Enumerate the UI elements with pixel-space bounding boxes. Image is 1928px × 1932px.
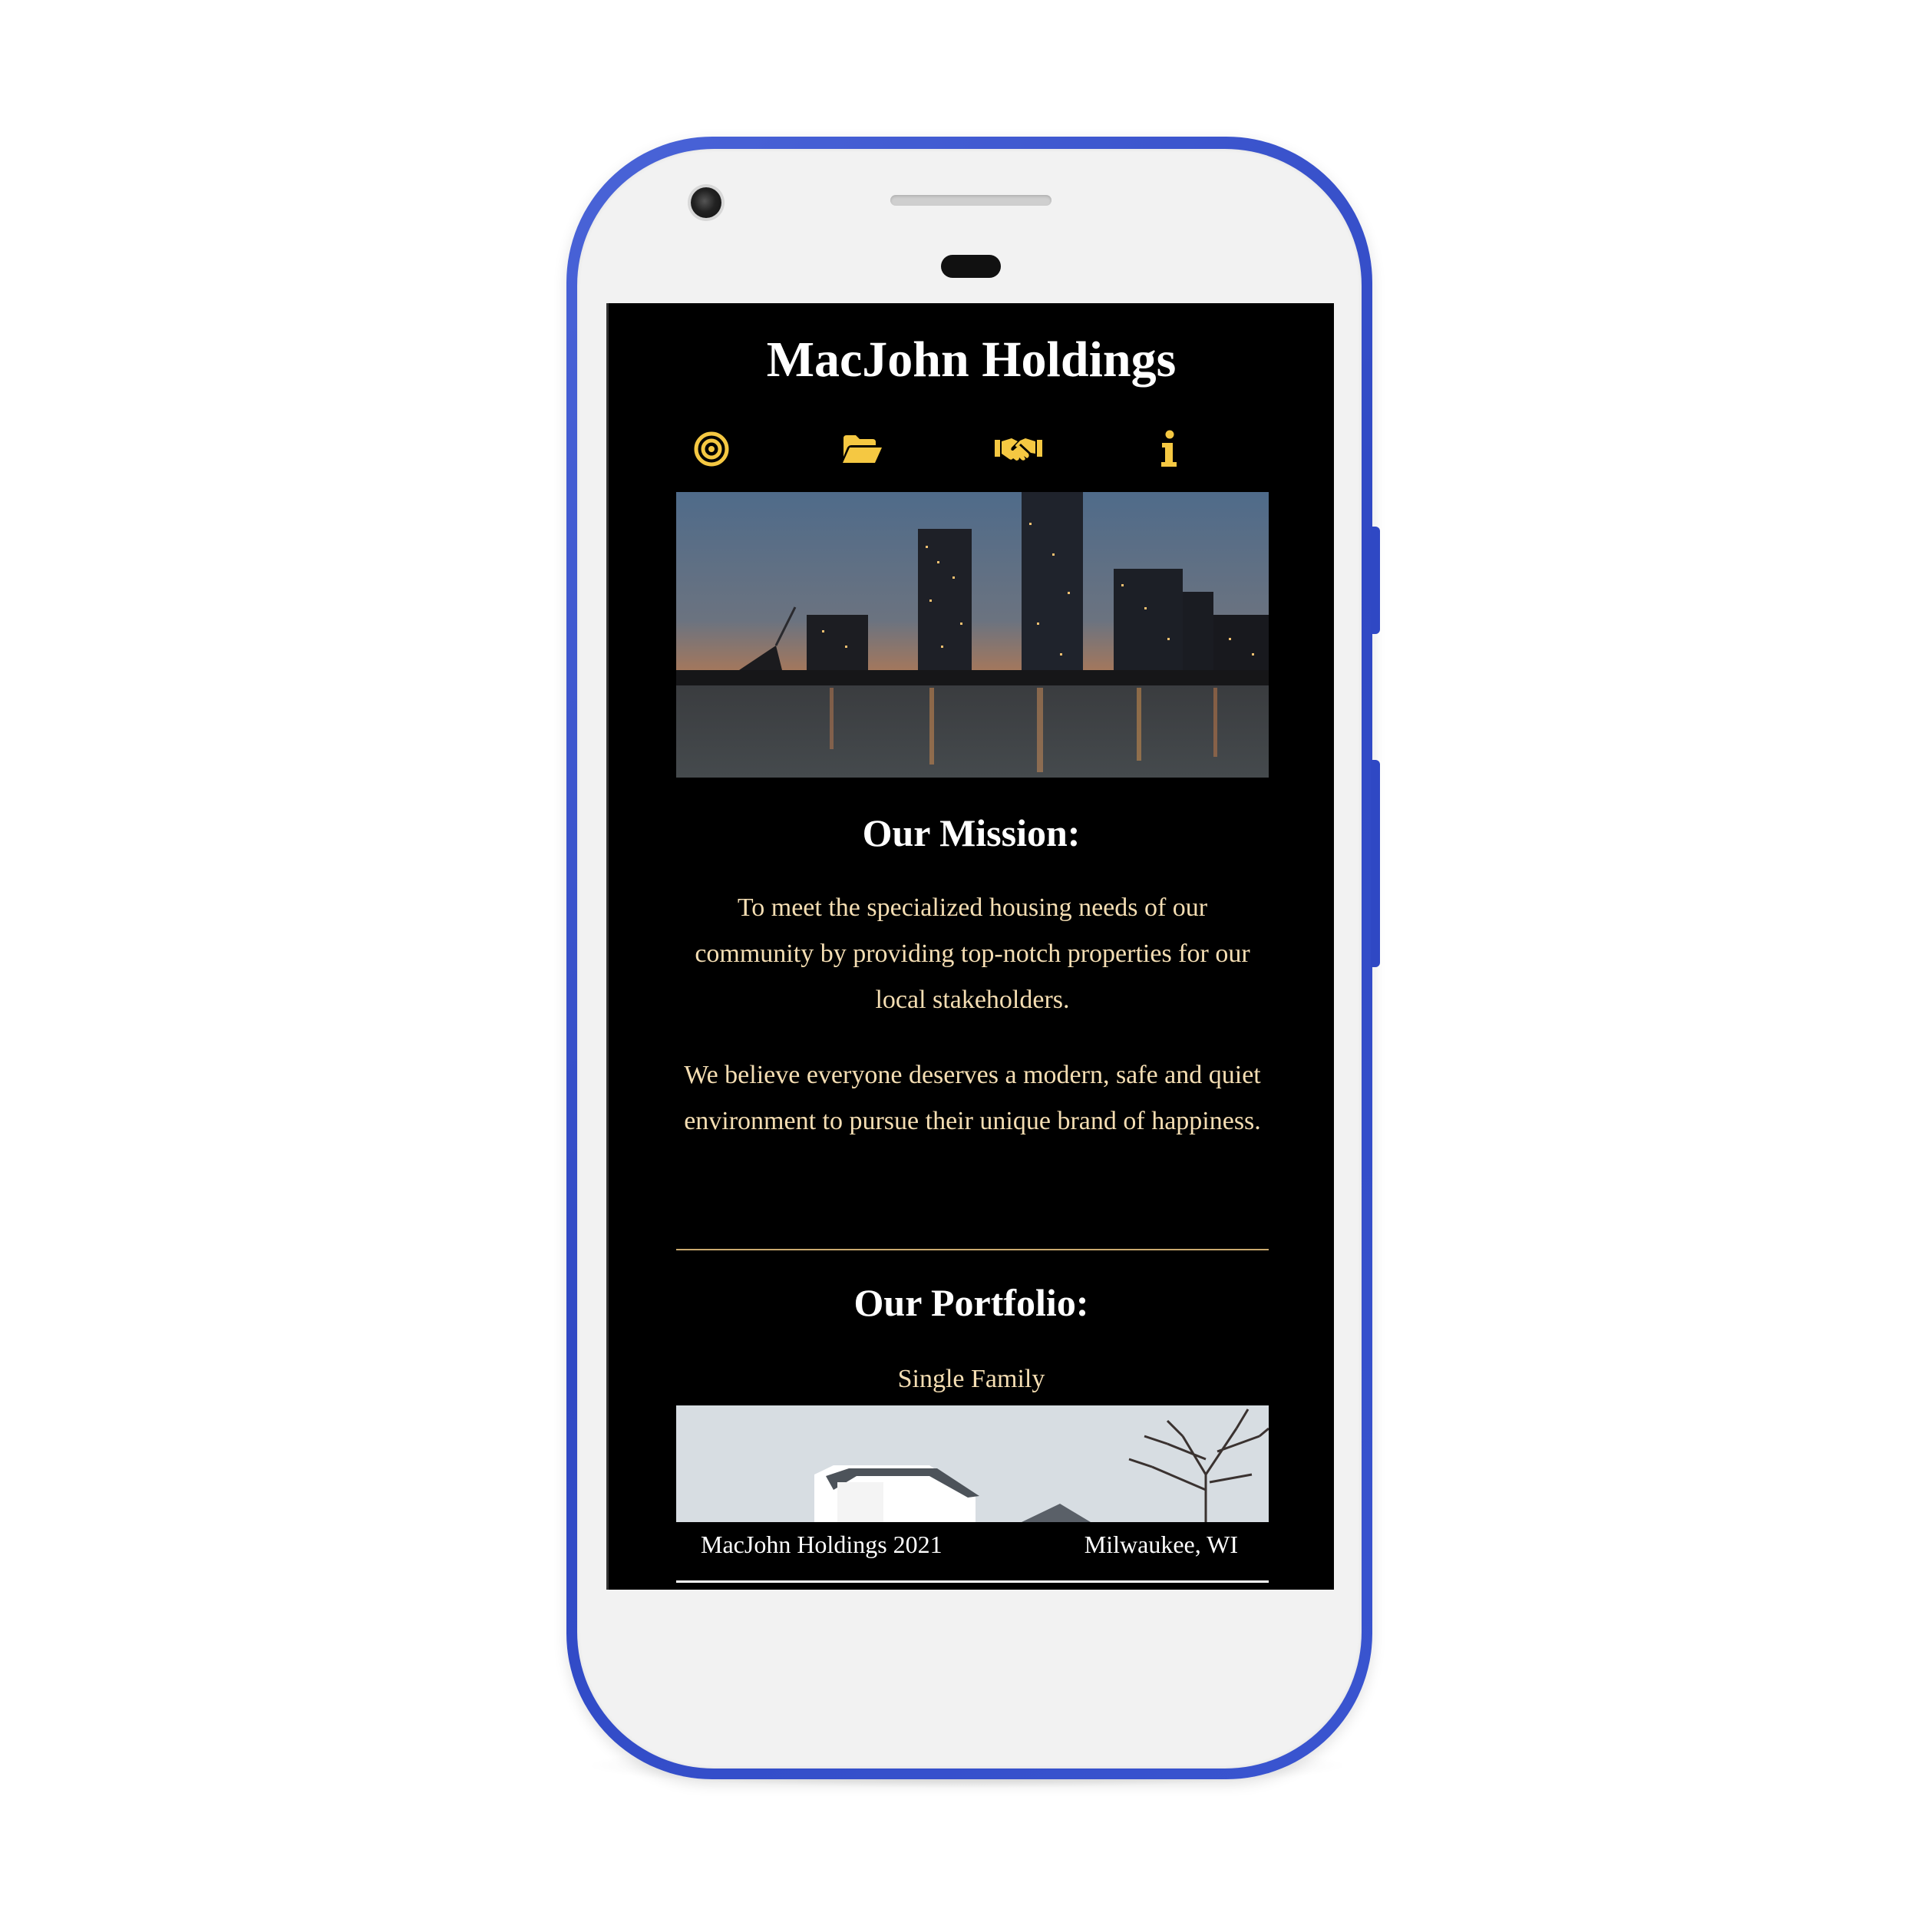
earpiece-speaker <box>890 195 1051 206</box>
volume-button[interactable] <box>1371 760 1380 967</box>
skyline-illustration <box>676 492 1269 778</box>
hero-skyline-image <box>676 492 1269 778</box>
footer-location: Milwaukee, WI <box>1084 1531 1238 1558</box>
mission-paragraph-1: To meet the specialized housing needs of… <box>695 893 1250 1014</box>
folder-open-icon <box>843 435 882 463</box>
mission-paragraph-2: We believe everyone deserves a modern, s… <box>684 1061 1261 1135</box>
single-family-house-image[interactable] <box>676 1405 1269 1522</box>
nav-portfolio[interactable] <box>831 418 893 480</box>
site-title: MacJohn Holdings <box>766 332 1177 388</box>
portfolio-category-label: Single Family <box>897 1365 1045 1393</box>
icon-nav <box>609 418 1334 480</box>
mission-heading: Our Mission: <box>862 811 1081 854</box>
nav-mission[interactable] <box>681 418 742 480</box>
phone-screen: MacJohn Holdings Our Mission: To meet th… <box>606 303 1334 1590</box>
handshake-icon <box>995 438 1042 461</box>
portfolio-heading: Our Portfolio: <box>853 1281 1089 1324</box>
stage: MacJohn Holdings Our Mission: To meet th… <box>0 0 1928 1932</box>
footer: MacJohn Holdings 2021 Milwaukee, WI <box>676 1525 1269 1571</box>
front-camera <box>691 187 721 218</box>
footer-copyright: MacJohn Holdings 2021 <box>701 1531 943 1558</box>
nav-about[interactable] <box>1138 418 1200 480</box>
section-divider <box>676 1249 1269 1250</box>
proximity-sensor <box>941 255 1001 278</box>
power-button[interactable] <box>1371 527 1380 634</box>
target-icon <box>694 431 729 467</box>
footer-rule <box>676 1580 1269 1583</box>
info-icon <box>1161 430 1177 467</box>
house-illustration <box>676 1405 1269 1522</box>
nav-partners[interactable] <box>988 418 1049 480</box>
